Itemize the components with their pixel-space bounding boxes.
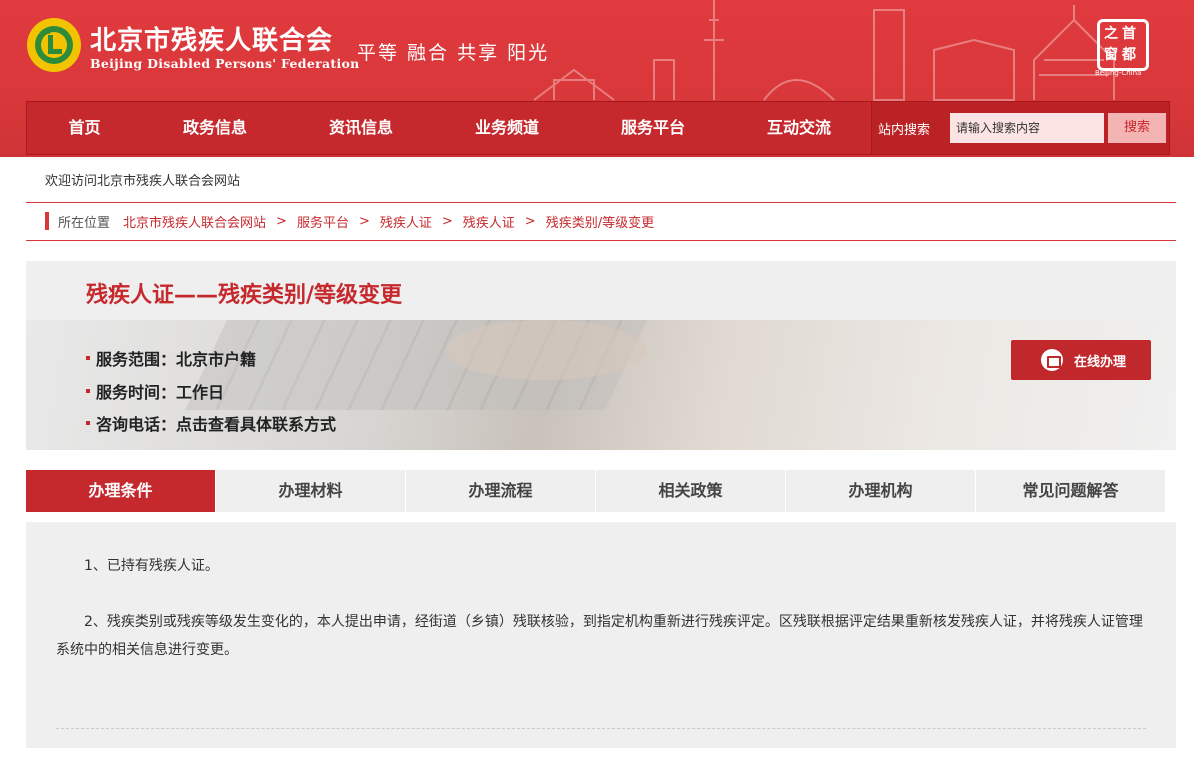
breadcrumb-link-current[interactable]: 残疾类别/等级变更 bbox=[546, 212, 654, 231]
page-title: 残疾人证——残疾类别/等级变更 bbox=[86, 283, 403, 308]
capital-window-seal[interactable]: 首 都 之 窗 bbox=[1097, 19, 1149, 71]
breadcrumb-label: 所在位置 bbox=[58, 215, 111, 231]
condition-paragraph: 2、残疾类别或残疾等级发生变化的，本人提出申请，经街道（乡镇）残联核验，到指定机… bbox=[56, 614, 1143, 658]
brand-name-en: Beijing Disabled Persons' Federation bbox=[90, 56, 360, 71]
slogan: 平等 融合 共享 阳光 bbox=[357, 42, 550, 64]
seal-char: 之 bbox=[1104, 26, 1118, 42]
online-apply-button[interactable]: 在线办理 bbox=[1011, 340, 1151, 380]
nav-item-interaction[interactable]: 互动交流 bbox=[726, 101, 872, 155]
breadcrumb-separator: > bbox=[524, 213, 536, 229]
breadcrumb-link-card-sub[interactable]: 残疾人证 bbox=[463, 212, 515, 231]
search-button[interactable]: 搜索 bbox=[1108, 113, 1166, 143]
phone-link[interactable]: 点击查看具体联系方式 bbox=[176, 411, 336, 435]
breadcrumb-link-home[interactable]: 北京市残疾人联合会网站 bbox=[123, 212, 266, 231]
tab-materials[interactable]: 办理材料 bbox=[216, 470, 406, 512]
seal-subtitle: Beijing-China bbox=[1095, 69, 1142, 77]
seal-char: 都 bbox=[1122, 47, 1136, 63]
nav-item-home[interactable]: 首页 bbox=[27, 101, 142, 155]
tab-policy[interactable]: 相关政策 bbox=[596, 470, 786, 512]
seal-char: 窗 bbox=[1104, 47, 1118, 63]
federation-logo-icon[interactable] bbox=[26, 17, 82, 73]
info-label: 咨询电话： bbox=[96, 415, 177, 434]
tab-process[interactable]: 办理流程 bbox=[406, 470, 596, 512]
search-input[interactable] bbox=[950, 113, 1104, 143]
tab-faq[interactable]: 常见问题解答 bbox=[976, 470, 1166, 512]
info-value: 工作日 bbox=[176, 383, 225, 402]
nav-item-news[interactable]: 资讯信息 bbox=[288, 101, 434, 155]
breadcrumb-marker bbox=[45, 212, 49, 230]
hand-decoration bbox=[446, 320, 646, 380]
breadcrumb-separator: > bbox=[358, 213, 370, 229]
main-nav: 首页 政务信息 资讯信息 业务频道 服务平台 互动交流 站内搜索 搜索 bbox=[26, 101, 1170, 155]
service-panel: 残疾人证——残疾类别/等级变更 服务范围： 北京市户籍 服务时间： 工作日 咨询… bbox=[26, 261, 1176, 450]
wallet-icon bbox=[1041, 349, 1063, 371]
breadcrumb-separator: > bbox=[276, 213, 287, 229]
service-phone: 咨询电话： 点击查看具体联系方式 bbox=[86, 411, 336, 435]
site-header: 北京市残疾人联合会 Beijing Disabled Persons' Fede… bbox=[0, 0, 1194, 157]
divider bbox=[26, 240, 1176, 241]
info-label: 服务范围： bbox=[96, 350, 177, 369]
nav-item-business[interactable]: 业务频道 bbox=[434, 101, 580, 155]
tab-agency[interactable]: 办理机构 bbox=[786, 470, 976, 512]
bullet-icon bbox=[86, 389, 90, 393]
breadcrumb-link-card[interactable]: 残疾人证 bbox=[380, 212, 432, 231]
tab-content: 1、已持有残疾人证。 2、残疾类别或残疾等级发生变化的，本人提出申请，经街道（乡… bbox=[26, 522, 1176, 748]
info-value: 北京市户籍 bbox=[176, 350, 257, 369]
condition-paragraph: 1、已持有残疾人证。 bbox=[84, 558, 219, 574]
breadcrumb-separator: > bbox=[441, 213, 453, 229]
nav-item-government[interactable]: 政务信息 bbox=[142, 101, 288, 155]
service-time: 服务时间： 工作日 bbox=[86, 379, 224, 403]
nav-item-service[interactable]: 服务平台 bbox=[580, 101, 726, 155]
service-scope: 服务范围： 北京市户籍 bbox=[86, 346, 256, 370]
bullet-icon bbox=[86, 421, 90, 425]
divider bbox=[26, 202, 1176, 203]
city-skyline-decoration bbox=[534, 0, 1115, 101]
welcome-text: 欢迎访问北京市残疾人联合会网站 bbox=[45, 174, 241, 189]
tab-conditions[interactable]: 办理条件 bbox=[26, 470, 216, 512]
info-label: 服务时间： bbox=[96, 383, 177, 402]
brand-name-cn[interactable]: 北京市残疾人联合会 bbox=[90, 20, 333, 57]
breadcrumb: 所在位置 北京市残疾人联合会网站 > 服务平台 > 残疾人证 > 残疾人证 > … bbox=[45, 212, 654, 231]
bullet-icon bbox=[86, 356, 90, 360]
online-apply-label: 在线办理 bbox=[1074, 354, 1127, 370]
seal-char: 首 bbox=[1122, 26, 1136, 42]
breadcrumb-link-service[interactable]: 服务平台 bbox=[297, 212, 349, 231]
service-tabs: 办理条件 办理材料 办理流程 相关政策 办理机构 常见问题解答 bbox=[26, 470, 1166, 512]
site-search: 站内搜索 搜索 bbox=[871, 102, 1169, 154]
dashed-divider bbox=[56, 728, 1146, 729]
search-label: 站内搜索 bbox=[878, 122, 931, 138]
